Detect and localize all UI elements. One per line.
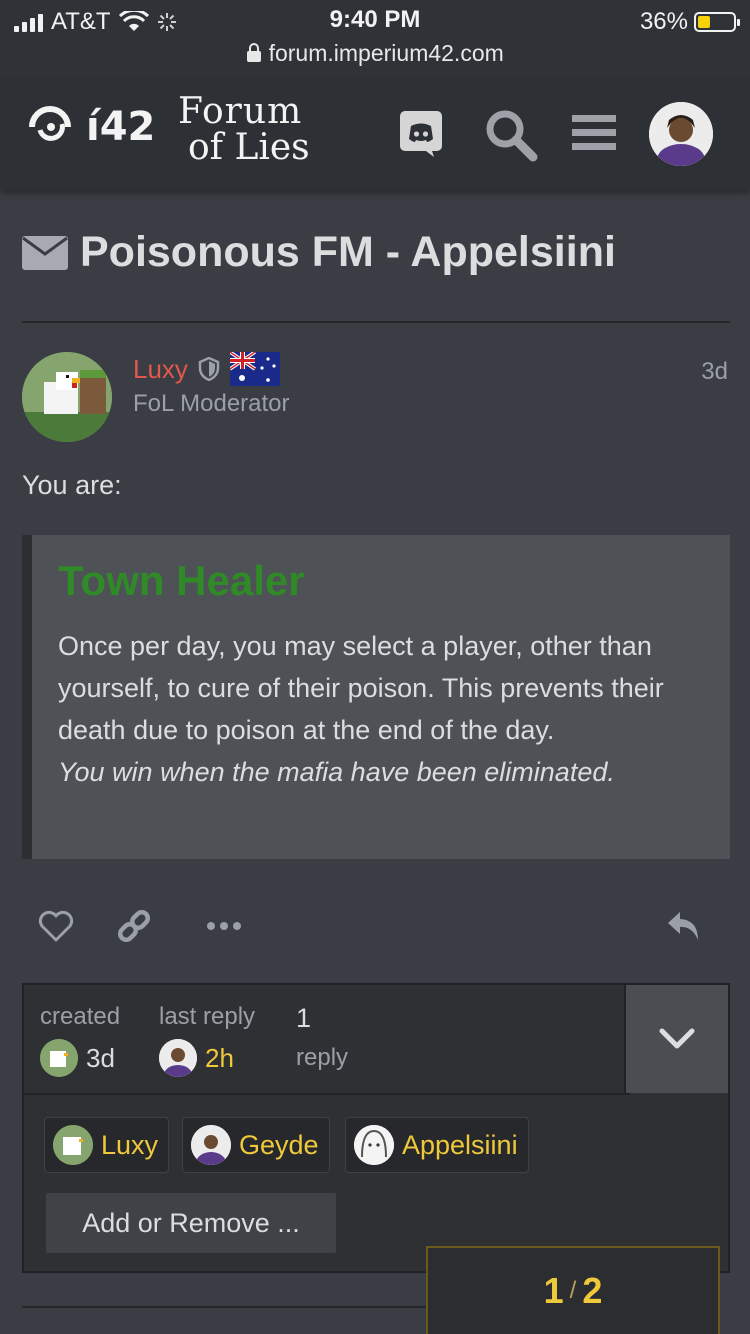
win-condition: You win when the mafia have been elimina… <box>58 757 615 787</box>
participant-avatar <box>354 1125 394 1165</box>
post-author-title: FoL Moderator <box>133 390 290 417</box>
replies-label: reply <box>296 1044 349 1071</box>
logo-line-1: Forum <box>178 91 303 132</box>
post-author-name[interactable]: Luxy <box>133 354 188 385</box>
participant-name: Appelsiini <box>402 1129 518 1160</box>
current-user-avatar[interactable] <box>649 102 713 166</box>
post-actions <box>36 902 716 950</box>
hamburger-menu-icon[interactable] <box>568 107 624 163</box>
discord-icon[interactable] <box>396 107 452 163</box>
like-heart-icon[interactable] <box>36 902 76 950</box>
participant-name: Luxy <box>101 1129 159 1160</box>
chevron-down-icon <box>659 1028 695 1049</box>
participant-avatar <box>53 1125 93 1165</box>
logo-line-2: of Lies <box>188 127 310 168</box>
title-divider <box>22 321 730 323</box>
participant-chip-appelsiini[interactable]: Appelsiini <box>345 1117 529 1173</box>
topic-title[interactable]: Poisonous FM - Appelsiini <box>80 228 616 277</box>
role-description: Once per day, you may select a player, o… <box>58 631 664 745</box>
created-label: created <box>40 1003 121 1030</box>
status-bar: AT&T 9:40 PM 36% forum.imperium42.com <box>0 0 750 80</box>
created-stat: created 3d <box>40 1003 120 1077</box>
bottom-divider <box>22 1306 426 1308</box>
post-text: You are: <box>22 470 122 500</box>
topic-map-summary: created 3d last reply 2h 1 reply <box>24 985 630 1095</box>
participant-name: Geyde <box>239 1129 319 1160</box>
lock-icon <box>247 43 262 62</box>
created-value[interactable]: 3d <box>86 1043 115 1074</box>
expand-topic-map-button[interactable] <box>624 985 728 1093</box>
progress-current: 1 <box>543 1270 564 1311</box>
site-header: í42 Forum of Lies <box>0 80 750 190</box>
role-title: Town Healer <box>58 557 305 604</box>
replies-count: 1 <box>296 1003 312 1033</box>
last-reply-label: last reply <box>159 1003 256 1030</box>
progress-separator: / <box>569 1277 577 1304</box>
topic-progress-indicator[interactable]: 1 / 2 <box>426 1246 720 1334</box>
battery-percent: 36% <box>639 8 688 35</box>
last-reply-stat: last reply 2h <box>159 1003 255 1077</box>
replies-stat: 1 reply <box>296 1003 348 1072</box>
last-reply-value[interactable]: 2h <box>205 1043 234 1074</box>
share-link-icon[interactable] <box>114 902 154 950</box>
australia-flag-icon <box>229 352 280 386</box>
add-or-remove-button[interactable]: Add or Remove ... <box>46 1193 336 1253</box>
moderator-shield-icon <box>198 357 220 381</box>
url-text: forum.imperium42.com <box>268 40 504 66</box>
creator-avatar[interactable] <box>40 1039 78 1077</box>
post-author-avatar[interactable] <box>22 352 112 442</box>
progress-total: 2 <box>582 1270 603 1311</box>
battery-icon <box>694 12 740 32</box>
post-date[interactable]: 3d <box>701 358 728 386</box>
more-options-icon[interactable] <box>204 902 244 950</box>
reply-arrow-icon[interactable] <box>664 902 704 950</box>
address-bar[interactable]: forum.imperium42.com <box>0 40 750 67</box>
search-icon[interactable] <box>483 107 539 163</box>
topic-title-row: Poisonous FM - Appelsiini <box>22 228 616 277</box>
imperium42-logo[interactable]: í42 <box>24 102 155 152</box>
post-author-line: Luxy <box>133 352 280 386</box>
swirl-logo-icon <box>29 106 71 141</box>
participant-chip-geyde[interactable]: Geyde <box>182 1117 330 1173</box>
participant-avatar <box>191 1125 231 1165</box>
envelope-icon <box>22 235 68 270</box>
participant-chip-luxy[interactable]: Luxy <box>44 1117 170 1173</box>
forum-of-lies-logo[interactable]: Forum of Lies <box>178 94 310 166</box>
battery-indicator: 36% <box>639 8 740 36</box>
last-replier-avatar[interactable] <box>159 1039 197 1077</box>
clock: 9:40 PM <box>329 6 421 33</box>
topic-map: created 3d last reply 2h 1 reply Luxy Ge… <box>22 983 730 1273</box>
i42-text: í42 <box>86 104 156 150</box>
role-quote-block: Town Healer Once per day, you may select… <box>22 535 730 859</box>
